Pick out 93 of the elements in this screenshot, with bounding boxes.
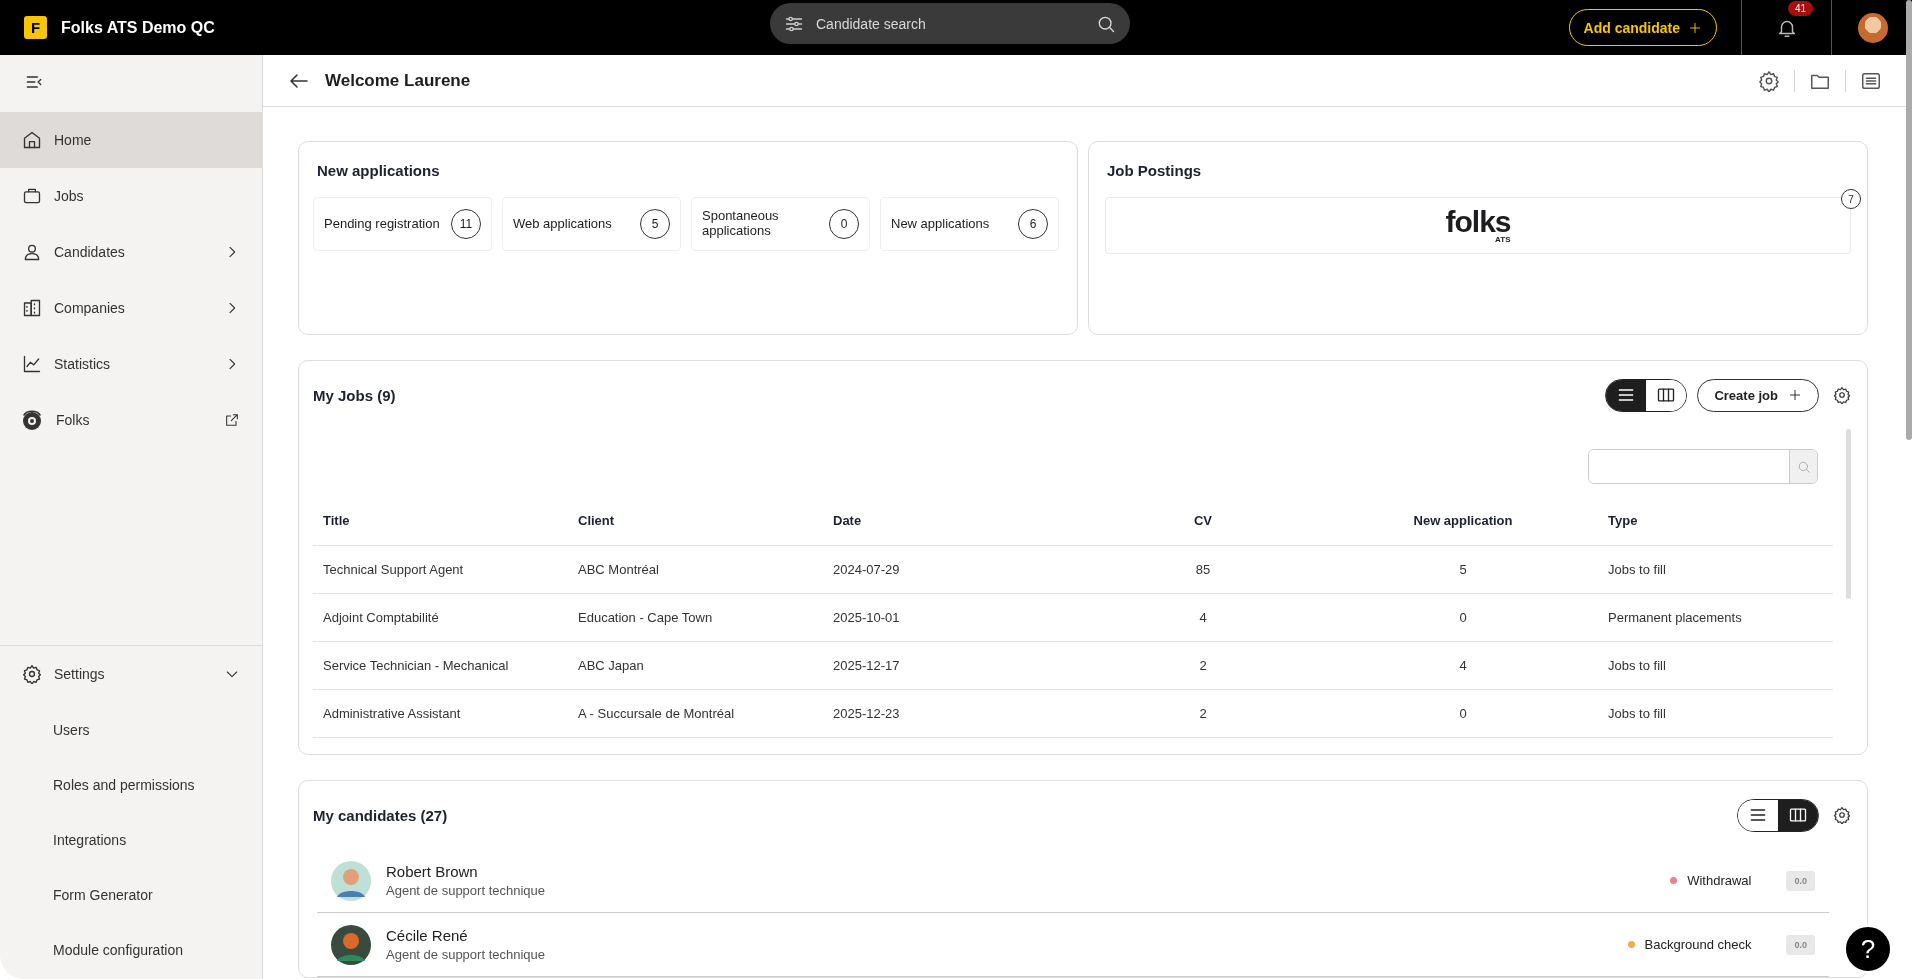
application-tile[interactable]: Pending registration 11 [313,197,492,251]
table-cell-text: ABC Montréal [578,562,660,577]
card-title: New applications [317,161,441,181]
nav-subitem[interactable]: Integrations [0,812,262,867]
column-header[interactable]: Client [578,513,833,528]
external-link-icon [224,412,240,428]
nav-subitem[interactable]: Users [0,702,262,757]
board-view-button[interactable] [1778,799,1818,831]
column-header[interactable]: Type [1608,513,1833,528]
candidate-role: Agent de support technique [386,947,546,962]
search-field[interactable]: Candidate search [770,3,1130,44]
nav-item[interactable]: Companies [0,280,262,336]
card-title: My candidates (27) [313,806,448,824]
card-title: My Jobs (9) [313,386,396,404]
avatar [331,924,371,965]
scrollbar[interactable] [1906,0,1912,440]
settings-icon[interactable] [1833,806,1851,824]
nav-item[interactable]: Folks [0,392,262,448]
table-cell-text: Jobs to fill [1608,658,1667,673]
create-job-button[interactable]: Create job [1697,378,1819,412]
table-cell-text: Permanent placements [1608,610,1743,625]
table-cell-text: 4 [1458,658,1468,673]
nav-item[interactable]: Jobs [0,168,262,224]
score-badge: 0.0 [1786,870,1815,891]
table-cell-text: 2024-07-29 [833,562,901,577]
nav-subitem[interactable]: Module configuration [0,922,262,977]
candidate-role: Agent de support technique [386,883,546,898]
search-input[interactable]: Candidate search [814,14,1086,33]
app-title: Folks ATS Demo QC [61,18,215,37]
plus-icon [1788,388,1802,402]
home-icon [22,130,42,150]
table-cell-text: Technical Support Agent [323,562,465,577]
nav-item[interactable]: Statistics [0,336,262,392]
line-chart-icon [22,354,42,374]
avatar [331,860,371,901]
person-icon [22,242,42,262]
list-view-button[interactable] [1606,379,1647,411]
column-header[interactable]: CV [1088,513,1318,528]
scrollbar[interactable] [1846,429,1851,599]
table-cell-text: 0 [1458,610,1468,625]
board-logo: folks [1445,207,1511,235]
nav-item[interactable]: Candidates [0,224,262,280]
eye-logo-icon [20,407,44,433]
table-cell-text: 2025-10-01 [833,610,901,625]
application-tile[interactable]: Web applications 5 [502,197,681,251]
job-board-tile[interactable]: folks ATS [1105,197,1851,254]
briefcase-icon [22,186,42,206]
application-tile[interactable]: Spontaneous applications 0 [691,197,870,251]
column-header[interactable]: Date [833,513,1088,528]
settings-icon[interactable] [1758,69,1780,92]
table-cell-text: Education - Cape Town [578,610,714,625]
count-badge: 7 [1841,189,1861,209]
table-cell-text: 2025-12-23 [833,706,901,721]
table-cell-text: Administrative Assistant [323,706,462,721]
board-logo-caption: ATS [1495,234,1511,244]
candidate-status: Background check [1644,937,1752,952]
table-search-field[interactable] [1588,449,1818,484]
table-cell-text: 0 [1458,706,1468,721]
nav-subitem[interactable]: Roles and permissions [0,757,262,812]
column-header[interactable]: Title [323,513,578,528]
help-button[interactable]: ? [1844,925,1892,973]
notification-count: 41 [1788,0,1814,16]
candidate-row[interactable]: Cécile René Agent de support technique Background check 0.0 [317,913,1829,977]
user-avatar[interactable] [1858,12,1888,43]
table-cell-text: 4 [1198,610,1208,625]
score-badge: 0.0 [1786,934,1815,955]
app-logo: F [24,16,47,39]
candidate-name: Cécile René [386,927,469,944]
table-cell-text: Jobs to fill [1608,562,1667,577]
table-cell-text: A - Succursale de Montréal [578,706,736,721]
candidate-name: Robert Brown [386,863,479,880]
settings-icon[interactable] [1833,386,1851,404]
application-tile[interactable]: New applications 6 [880,197,1059,251]
settings-item[interactable]: Settings [0,646,262,702]
plus-icon [1688,20,1702,35]
nav-item[interactable]: Home [0,112,262,168]
table-cell-text: 85 [1194,562,1212,577]
building-icon [22,298,42,318]
table-cell-text: 2025-12-17 [833,658,901,673]
table-cell-text: 2 [1198,658,1208,673]
table-cell-text: 5 [1458,562,1468,577]
candidate-status: Withdrawal [1687,873,1752,888]
table-cell-text: Jobs to fill [1608,706,1667,721]
nav-subitem[interactable]: Form Generator [0,867,262,922]
table-cell-text: 2 [1198,706,1208,721]
table-cell-text: Adjoint Comptabilité [323,610,440,625]
settings-icon [22,664,42,684]
card-title: Job Postings [1107,161,1203,181]
table-cell-text: Service Technician - Mechanical [323,658,510,673]
page-title: Welcome Laurene [325,70,471,91]
column-header[interactable]: New application [1318,513,1608,528]
candidate-row[interactable]: Robert Brown Agent de support technique Withdrawal 0.0 [317,849,1829,913]
table-cell-text: ABC Japan [578,658,645,673]
